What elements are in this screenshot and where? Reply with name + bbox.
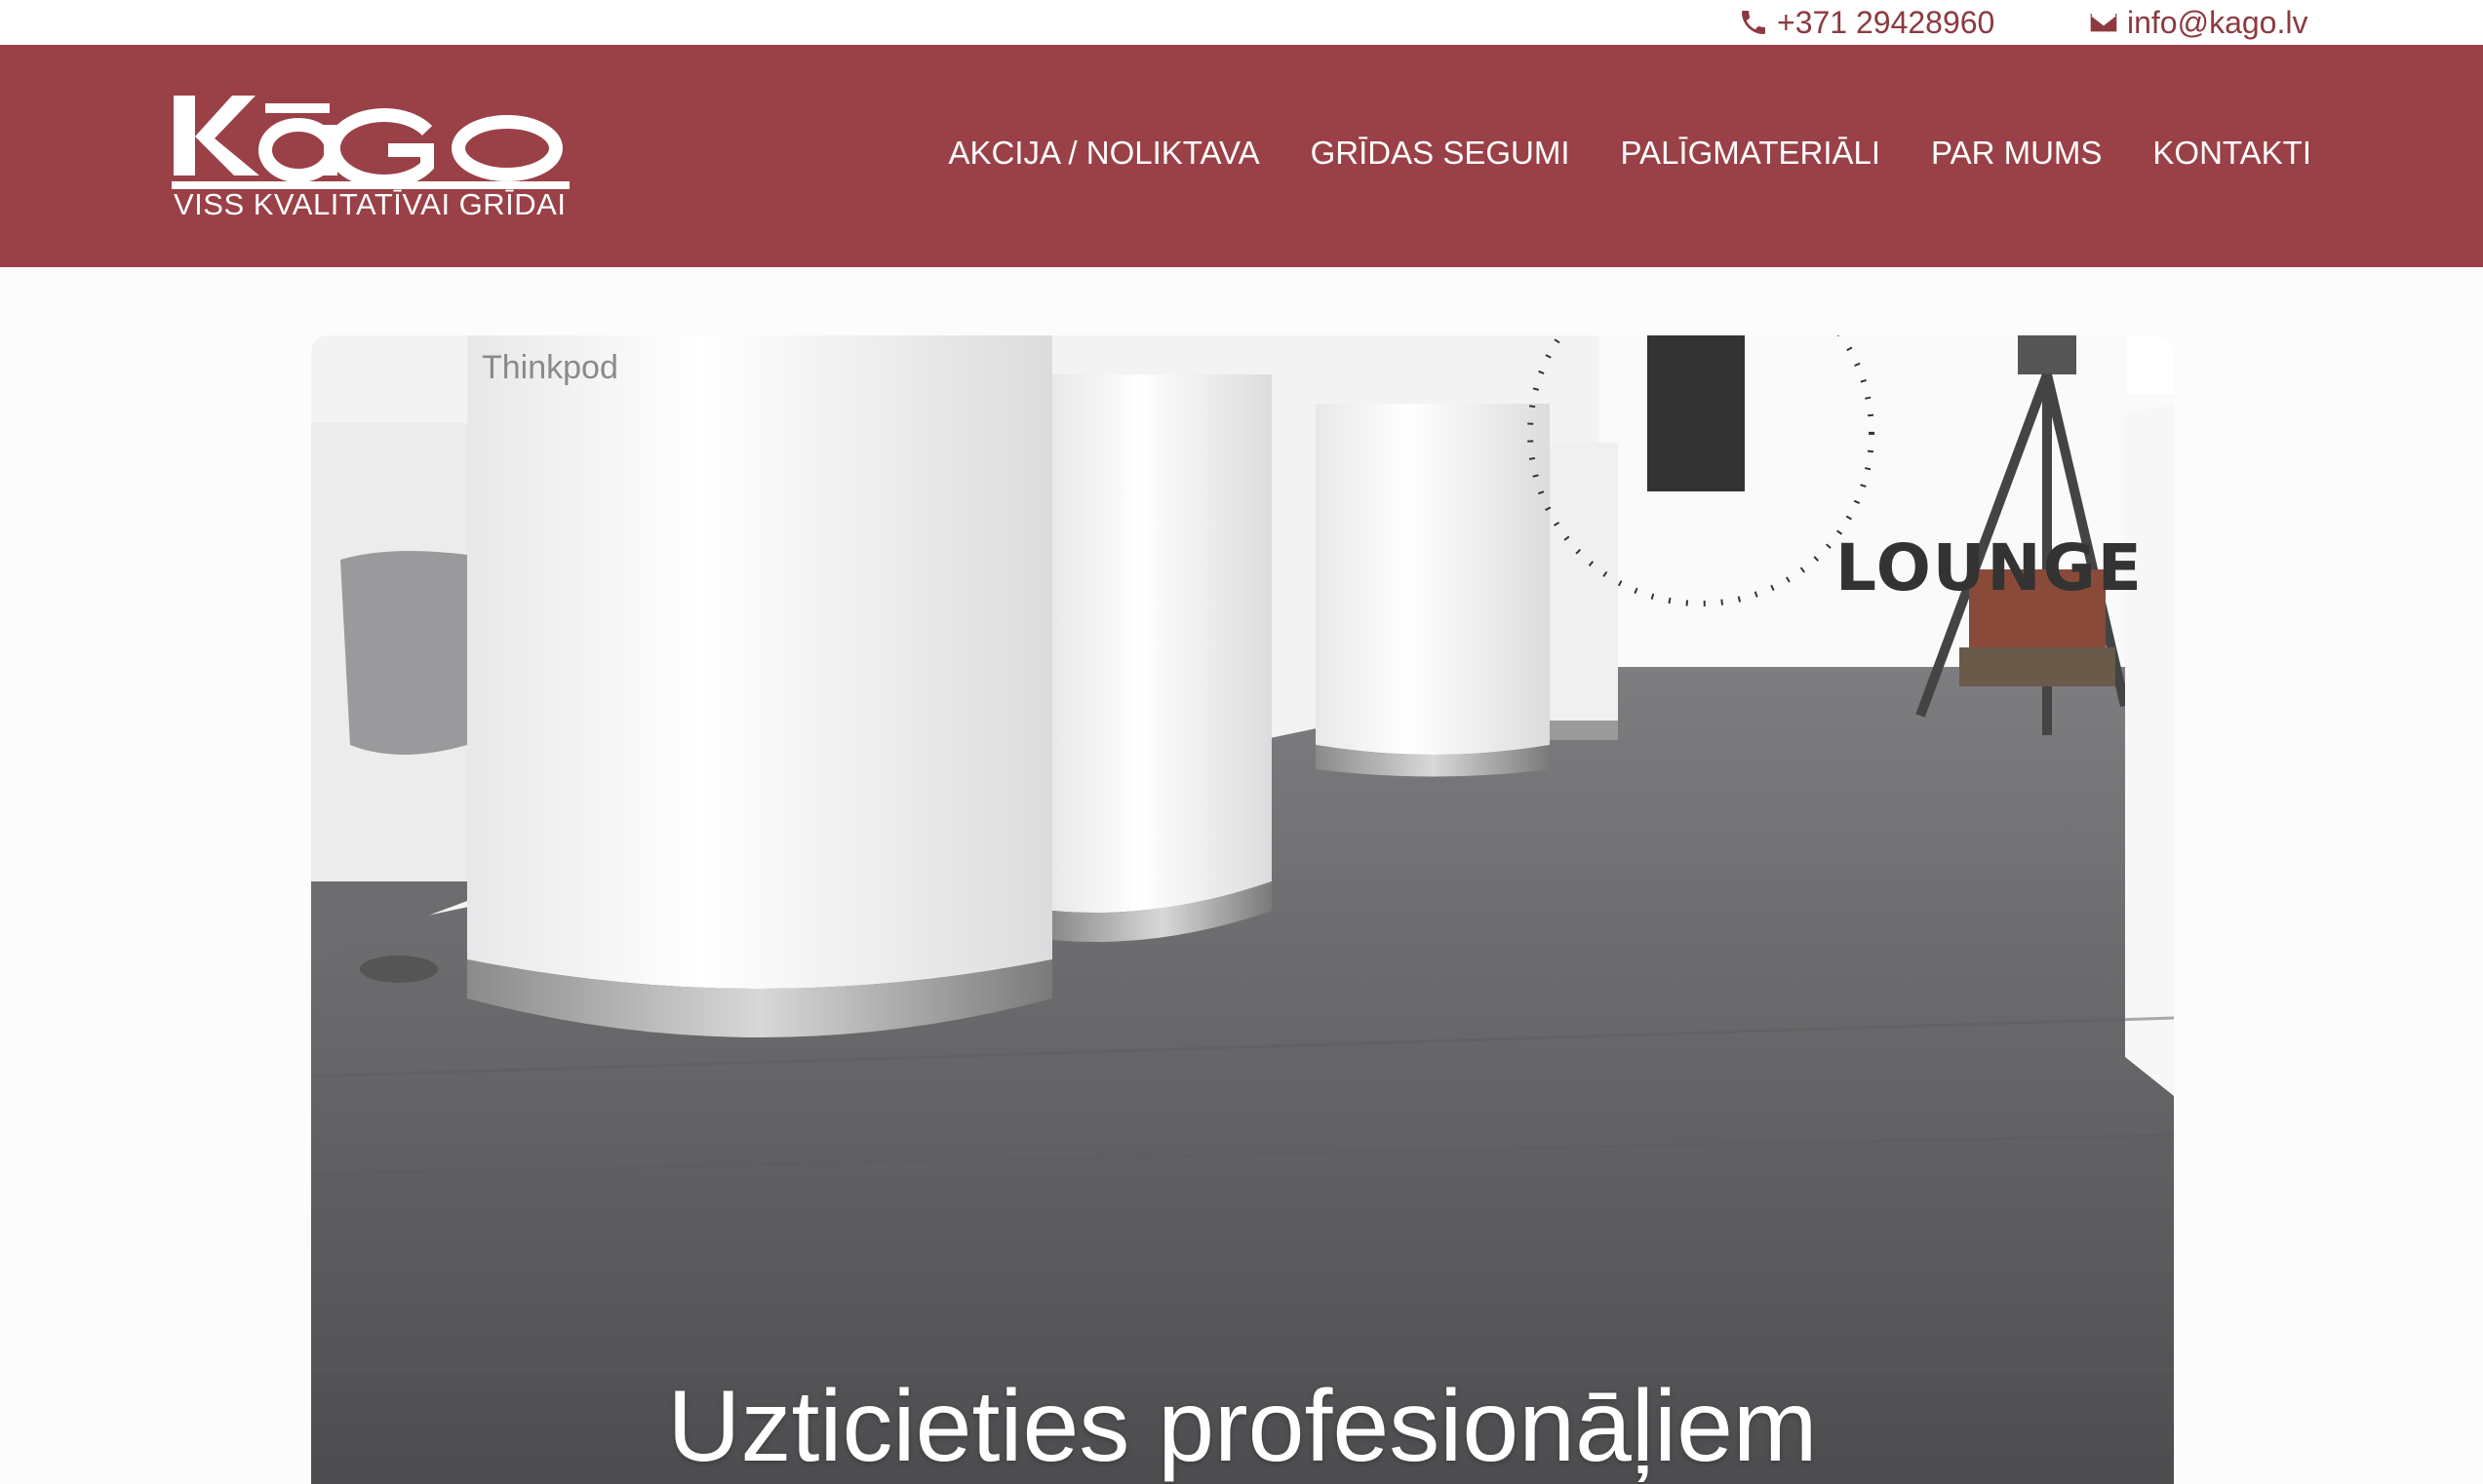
site-logo[interactable]: VISS KVALITATĪVAI GRĪDAI (172, 84, 571, 230)
kago-logo-icon (172, 96, 570, 189)
hero-banner: Thinkpod LOUNGE Uzticieties profesionāļi… (311, 335, 2174, 1484)
site-header: VISS KVALITATĪVAI GRĪDAI AKCIJA / NOLIKT… (0, 45, 2483, 267)
phone-number: +371 29428960 (1777, 4, 1995, 40)
image-brand-text: Thinkpod (482, 349, 618, 386)
nav-item-kontakti[interactable]: KONTAKTI (2152, 135, 2311, 172)
nav-item-gridas-segumi[interactable]: GRĪDAS SEGUMI (1311, 135, 1570, 172)
email-link[interactable]: info@kago.lv (2088, 4, 2307, 41)
nav-item-paligmateriali[interactable]: PALĪGMATERIĀLI (1621, 135, 1881, 172)
phone-link[interactable]: +371 29428960 (1738, 4, 1994, 41)
envelope-icon (2090, 13, 2117, 32)
hero-title: Uzticieties profesionāļiem (667, 1370, 1818, 1483)
image-sign-text: LOUNGE (1835, 530, 2144, 605)
nav-item-par-mums[interactable]: PAR MUMS (1931, 135, 2102, 172)
top-contact-bar: +371 29428960 info@kago.lv (0, 0, 2483, 45)
logo-tagline: VISS KVALITATĪVAI GRĪDAI (174, 187, 567, 221)
email-address: info@kago.lv (2127, 4, 2308, 40)
main-navigation: AKCIJA / NOLIKTAVA GRĪDAS SEGUMI PALĪGMA… (949, 135, 2311, 172)
phone-icon (1742, 11, 1765, 34)
nav-item-akcija-noliktava[interactable]: AKCIJA / NOLIKTAVA (949, 135, 1260, 172)
hero-image (311, 335, 2174, 1484)
